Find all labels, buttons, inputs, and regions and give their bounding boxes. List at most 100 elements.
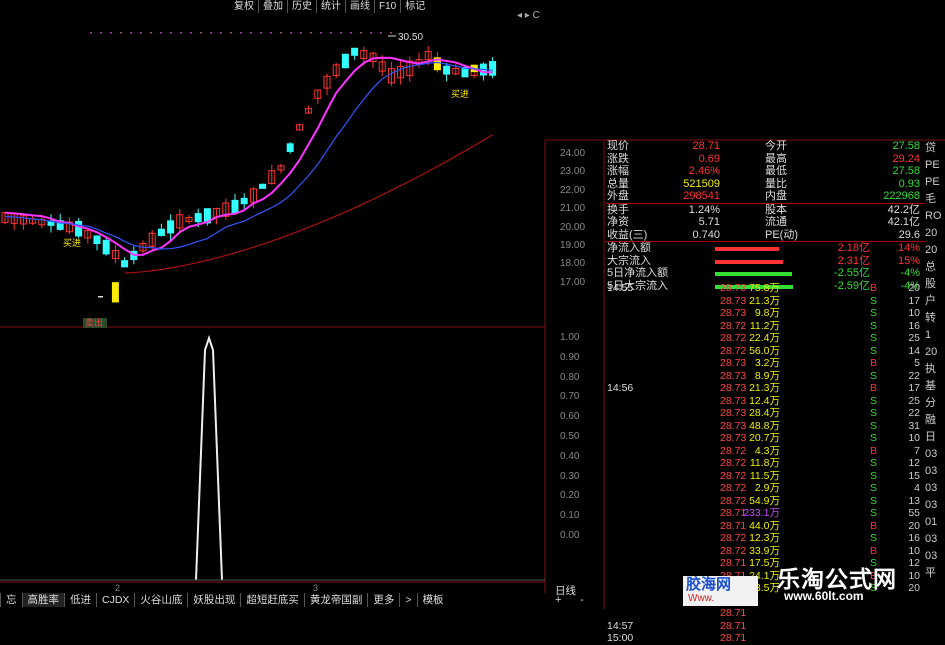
- candle-body: [351, 47, 359, 56]
- side-panel-item: PE: [925, 159, 940, 171]
- side-panel-item: 分: [925, 397, 936, 409]
- tick-count: 16: [908, 319, 920, 332]
- quote-label: 量比: [765, 177, 787, 190]
- fund-flow-row: 净流入额 2.18亿 14%: [605, 242, 925, 255]
- tick-direction: B: [870, 382, 878, 394]
- quote-value: 29.24: [892, 152, 920, 165]
- fund-flow-label: 5日净流入额: [607, 267, 669, 279]
- indicator-tab-3[interactable]: CJDX: [96, 593, 134, 607]
- tick-row: 28.73 12.4万 S 25: [605, 395, 925, 408]
- quote-label: 换手: [607, 203, 629, 216]
- tick-count: 22: [908, 369, 920, 382]
- top-dot: [230, 32, 232, 34]
- indicator-spike: [195, 334, 223, 581]
- indicator-tab-4[interactable]: 火谷山底: [134, 593, 187, 607]
- tick-volume: 11.8万: [749, 457, 780, 469]
- tab-plus-button[interactable]: +: [555, 594, 561, 606]
- watermark-url-2: www.60lt.com: [784, 589, 864, 603]
- indicator-tab-2[interactable]: 低进: [64, 593, 96, 607]
- tab-minus-button[interactable]: -: [580, 594, 584, 606]
- indicator-tab-5[interactable]: 妖股出现: [187, 593, 240, 607]
- fund-flow-value: 2.18亿: [837, 242, 870, 254]
- tick-volume: 9.8万: [754, 307, 780, 319]
- quote-label: 今开: [765, 140, 787, 152]
- tick-volume: 12.3万: [749, 532, 780, 544]
- indicator-tab-1[interactable]: 高胜率: [21, 593, 64, 607]
- quote-row: 换手 1.24% 股本 42.2亿: [605, 204, 925, 217]
- tick-row: 28.72 11.8万 S 12: [605, 457, 925, 470]
- side-panel-item: 日: [925, 431, 936, 443]
- tick-count: 10: [908, 432, 920, 444]
- indicator-tab-10[interactable]: 模板: [416, 593, 449, 607]
- tick-direction: S: [870, 419, 878, 432]
- tick-direction: S: [870, 394, 878, 407]
- fund-flow-percent: 15%: [897, 254, 920, 267]
- tick-volume: 21.3万: [749, 382, 780, 394]
- indicator-axis-label: 0.70: [560, 391, 580, 403]
- indicator-tab-8[interactable]: 更多: [367, 593, 399, 607]
- top-dot: [110, 32, 112, 34]
- tick-time: 14:55: [607, 282, 634, 294]
- candle-body: [93, 235, 101, 245]
- side-panel-item: 毛: [925, 193, 936, 205]
- top-dot: [300, 32, 302, 34]
- tick-volume: 20.7万: [749, 432, 780, 444]
- candle-body: [167, 220, 175, 234]
- side-panel-item: 贷: [925, 142, 936, 154]
- sell-signal-label: 卖出: [85, 317, 103, 328]
- indicator-tab-7[interactable]: 黄龙帝国副: [303, 593, 368, 607]
- tick-volume: 28.4万: [749, 407, 780, 419]
- top-dot: [330, 32, 332, 34]
- quote-value: 27.58: [892, 140, 920, 152]
- top-dot: [340, 32, 342, 34]
- quote-value: 521509: [683, 177, 720, 190]
- top-dot: [130, 32, 132, 34]
- indicator-tab-0[interactable]: 忘: [0, 593, 22, 607]
- tick-direction: B: [870, 519, 878, 532]
- tick-count: 10: [908, 544, 920, 557]
- price-axis-label: 21.00: [560, 203, 586, 215]
- indicator-tab-9[interactable]: >: [399, 593, 416, 607]
- top-dot: [200, 32, 202, 34]
- indicator-tab-6[interactable]: 超短赶底买: [240, 593, 304, 607]
- tick-price: 28.71: [720, 619, 747, 632]
- tick-price: 28.72: [720, 544, 747, 557]
- quote-value: 0.740: [692, 228, 720, 241]
- indicator-axis-label: 0.40: [560, 450, 580, 462]
- tick-direction: B: [870, 357, 878, 369]
- quote-label: 涨跌: [607, 152, 629, 165]
- tick-price: 28.73: [720, 407, 747, 419]
- tick-direction: S: [870, 494, 878, 507]
- tick-row: 28.72 22.4万 S 25: [605, 332, 925, 345]
- tick-volume: 48.8万: [749, 419, 780, 432]
- tick-row: 28.72 4.3万 B 7: [605, 445, 925, 458]
- top-dot: [250, 32, 252, 34]
- tick-direction: S: [870, 457, 878, 469]
- tick-row: 28.72 54.9万 S 13: [605, 495, 925, 508]
- candle-body: [231, 199, 239, 214]
- quote-label: 收益(三): [607, 228, 648, 241]
- tick-direction: S: [870, 532, 878, 544]
- fund-flow-bar: [715, 272, 792, 276]
- tick-price: 28.73: [720, 282, 747, 294]
- indicator-axis-label: 0.10: [560, 510, 580, 522]
- quote-label: 涨幅: [607, 165, 629, 177]
- price-axis-label: 17.00: [560, 276, 586, 288]
- quote-value: 29.6: [898, 228, 920, 241]
- tick-direction: S: [870, 469, 878, 482]
- tick-count: 12: [908, 557, 920, 569]
- side-panel-item: 融: [925, 414, 936, 426]
- tick-price: 28.71: [720, 557, 747, 569]
- watermark-url-1: Www.: [688, 593, 715, 604]
- fund-flow-label: 净流入额: [607, 242, 651, 254]
- tick-price: 28.73: [720, 357, 747, 369]
- tick-count: 22: [908, 407, 920, 419]
- price-axis-label: 24.00: [560, 148, 586, 159]
- tick-count: 20: [908, 282, 920, 294]
- side-panel-item: RO: [925, 210, 942, 222]
- tick-row: 14:56 28.73 21.3万 B 17: [605, 382, 925, 395]
- tick-row: 14:57 28.71: [605, 620, 925, 633]
- tick-row: 28.73 9.8万 S 10: [605, 307, 925, 320]
- top-dot: [380, 32, 382, 34]
- side-panel-item: 01: [925, 516, 938, 528]
